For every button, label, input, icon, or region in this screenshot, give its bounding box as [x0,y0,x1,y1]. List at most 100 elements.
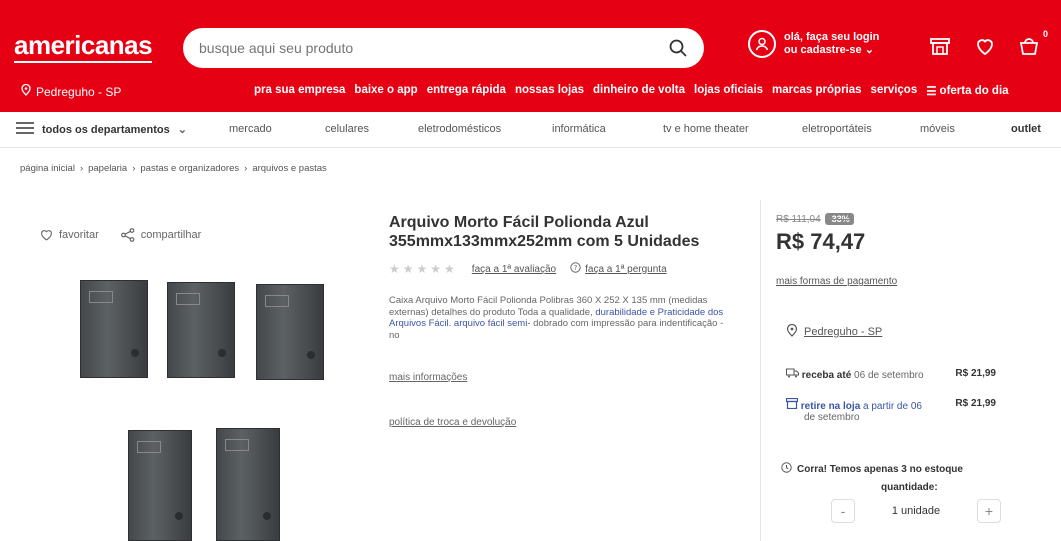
discount-badge: -33% [824,213,854,225]
dep-moveis[interactable]: móveis [920,123,955,135]
dep-eletroportateis[interactable]: eletroportáteis [802,123,872,135]
heart-icon [40,229,53,241]
product-title: Arquivo Morto Fácil Polionda Azul 355mmx… [389,214,700,250]
product-description: Caixa Arquivo Morto Fácil Polionda Polib… [389,295,734,341]
user-icon [748,30,776,58]
store-icon[interactable] [928,34,952,58]
login-button[interactable]: olá, faça seu login ou cadastre-se ⌄ [748,30,879,58]
favorite-button[interactable]: favoritar [40,229,99,241]
nav-entrega[interactable]: entrega rápida [427,84,506,98]
increase-button[interactable]: + [976,499,1001,523]
favorite-label: favoritar [59,229,99,241]
pickup-price: R$ 21,99 [955,398,996,409]
svg-text:?: ? [574,264,578,272]
rating-row: ★★★★★ faça a 1ª avaliação ? faça a 1ª pe… [389,262,667,276]
stock-text: Corra! Temos apenas 3 no estoque [797,463,963,475]
clock-icon [781,462,792,476]
delivery-option[interactable]: receba até 06 de setembro R$ 21,99 [786,368,996,381]
delivery-price: R$ 21,99 [955,368,996,379]
truck-icon [786,368,802,381]
departments-bar: todos os departamentos ⌄ mercado celular… [0,112,1061,148]
nav-empresa[interactable]: pra sua empresa [254,84,345,98]
price: R$ 74,47 [776,229,866,254]
dep-mercado[interactable]: mercado [229,123,272,135]
share-button[interactable]: compartilhar [120,228,202,242]
box-image [256,284,324,380]
pickup-option[interactable]: retire na loja a partir de 06 de setembr… [785,397,996,423]
breadcrumb: página inicial › papelaria › pastas e orga… [20,163,327,174]
share-icon [120,228,135,242]
product-image[interactable] [80,280,340,541]
login-line2: ou cadastre-se [784,44,862,56]
nav-marcas[interactable]: marcas próprias [772,84,862,98]
nav-lojas[interactable]: nossas lojas [515,84,584,98]
question-icon: ? [570,262,581,276]
cep-selector[interactable]: Pedreguho - SP [786,323,883,340]
quantity-label: quantidade: [881,482,938,493]
share-label: compartilhar [140,229,202,241]
search-input[interactable] [199,40,668,56]
heart-icon[interactable] [973,34,997,58]
product-actions: favoritar compartilhar [40,228,201,242]
quantity-stepper: - 1 unidade + [831,498,1001,524]
question-link[interactable]: ? faça a 1ª pergunta [570,262,667,276]
star-rating-icon: ★★★★★ [389,262,458,276]
pin-icon [20,83,32,99]
dep-eletrodomesticos[interactable]: eletrodomésticos [418,123,501,135]
header-nav: pra sua empresa baixe o app entrega rápi… [254,84,1009,98]
cart-count: 0 [1043,29,1049,39]
chevron-down-icon: ⌄ [864,44,874,56]
dep-tv[interactable]: tv e home theater [663,123,749,135]
breadcrumb-arquivos[interactable]: arquivos e pastas [252,163,326,174]
decrease-button[interactable]: - [831,499,855,523]
search-bar[interactable] [183,28,704,68]
logo[interactable]: americanas [14,30,153,63]
cart-icon[interactable] [1017,34,1041,58]
all-departments-label: todos os departamentos [42,123,170,136]
nav-servicos[interactable]: serviços [871,84,918,98]
delivery-label: receba até [801,370,852,381]
chevron-down-icon: ⌄ [177,124,187,136]
old-price: R$ 111,04 [776,213,821,225]
question-link-label: faça a 1ª pergunta [585,263,667,275]
stock-alert: Corra! Temos apenas 3 no estoque [781,462,963,476]
cep-value: Pedreguho - SP [804,326,883,338]
quantity-value: 1 unidade [891,505,941,517]
breadcrumb-pastas[interactable]: pastas e organizadores [140,163,239,174]
nav-oficiais[interactable]: lojas oficiais [694,84,763,98]
search-icon[interactable] [668,38,688,58]
pickup-date-1: a partir de 06 [863,401,922,412]
old-price-row: R$ 111,04 -33% [776,213,854,225]
return-policy-link[interactable]: política de troca e devolução [389,417,516,428]
nav-oferta[interactable]: ☰ oferta do dia [926,84,1008,98]
menu-icon: ☰ [926,86,937,98]
delivery-date: 06 de setembro [854,370,924,381]
hamburger-icon [16,122,34,137]
box-image [80,280,148,378]
more-info-link[interactable]: mais informações [389,372,467,383]
login-line1: olá, faça seu login [784,31,880,43]
location-selector[interactable]: Pedreguho - SP [20,83,122,99]
box-image [167,282,235,378]
location-text: Pedreguho - SP [36,84,122,99]
dep-outlet[interactable]: outlet [1011,123,1041,135]
all-departments-button[interactable]: todos os departamentos ⌄ [16,122,216,137]
pickup-label: retire na loja [800,401,861,412]
dep-celulares[interactable]: celulares [325,123,369,135]
nav-oferta-label: oferta do dia [939,85,1009,97]
pickup-date-2: de setembro [804,412,860,423]
store-icon [785,397,801,412]
page: americanas olá, faça seu login ou cadast… [0,0,1061,541]
rate-link[interactable]: faça a 1ª avaliação [472,264,556,275]
box-image [216,428,280,541]
nav-dinheiro[interactable]: dinheiro de volta [593,84,685,98]
pin-icon [786,323,798,340]
breadcrumb-home[interactable]: página inicial [20,163,75,174]
nav-app[interactable]: baixe o app [354,84,417,98]
box-image [128,430,192,541]
payment-options-link[interactable]: mais formas de pagamento [776,276,897,287]
buy-box: R$ 111,04 -33% R$ 74,47 mais formas de p… [760,200,1001,541]
header: americanas olá, faça seu login ou cadast… [0,0,1061,112]
dep-informatica[interactable]: informática [552,123,606,135]
breadcrumb-papelaria[interactable]: papelaria [88,163,127,174]
